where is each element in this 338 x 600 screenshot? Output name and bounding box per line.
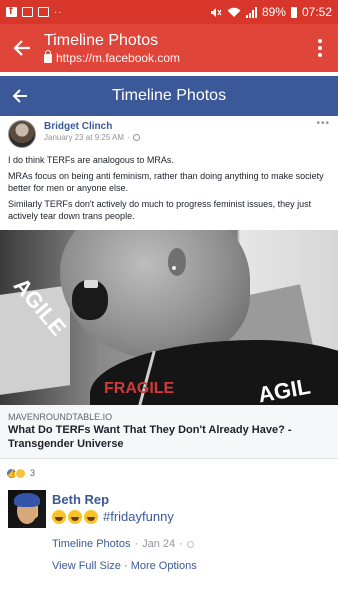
close-tab-button[interactable] (0, 24, 44, 72)
clock: 07:52 (301, 5, 332, 19)
custom-tab-url-row: https://m.facebook.com (44, 50, 302, 66)
reactions-summary[interactable]: 👍 3 (6, 466, 35, 480)
hashtag-link[interactable]: #fridayfunny (103, 508, 174, 526)
menu-dot (318, 39, 322, 43)
laughing-emoji (84, 510, 98, 524)
overflow-menu-button[interactable] (302, 24, 338, 72)
back-arrow-icon (13, 40, 30, 56)
mail-icon (38, 7, 49, 17)
comment-source-link[interactable]: Timeline Photos (52, 538, 130, 550)
view-full-size-link[interactable]: View Full Size (52, 560, 121, 572)
author-avatar[interactable] (8, 120, 36, 148)
menu-dot (318, 46, 322, 50)
reaction-count: 3 (30, 468, 36, 478)
image-icon (22, 7, 33, 17)
image-earring (172, 266, 176, 270)
image-ear (168, 248, 186, 276)
post: Bridget Clinch January 23 at 9:25 AM · •… (0, 116, 338, 226)
meta-separator: · (134, 538, 139, 550)
page-title: Timeline Photos (111, 87, 227, 104)
action-separator: · (123, 560, 128, 572)
link-title: What Do TERFs Want That They Don't Alrea… (8, 424, 292, 450)
status-bar: ·· 89% 07:52 (0, 0, 338, 24)
comment-actions: View Full Size · More Options (52, 560, 197, 572)
author-name[interactable]: Bridget Clinch (44, 120, 140, 133)
date-separator: · (127, 133, 130, 142)
more-notifications-icon: ·· (54, 6, 63, 18)
comment-body: Beth Rep #fridayfunny (52, 492, 174, 526)
laughing-emoji (52, 510, 66, 524)
link-domain: MAVENROUNDTABLE.IO (8, 412, 113, 422)
mute-icon (210, 7, 222, 17)
author-block: Bridget Clinch January 23 at 9:25 AM · (44, 120, 140, 152)
comment-date[interactable]: Jan 24 (142, 538, 175, 550)
globe-icon (132, 134, 140, 141)
post-text: I do think TERFs are analogous to MRAs. … (0, 152, 338, 222)
post-header: Bridget Clinch January 23 at 9:25 AM · •… (0, 116, 338, 152)
post-date[interactable]: January 23 at 9:25 AM (44, 133, 124, 142)
image-teeth (84, 280, 98, 288)
commenter-avatar[interactable] (8, 490, 46, 528)
post-paragraph: Similarly TERFs don't actively do much t… (8, 199, 312, 221)
post-date-row: January 23 at 9:25 AM · (44, 133, 140, 142)
haha-icon (15, 467, 26, 479)
fb-header: Timeline Photos (0, 76, 338, 116)
custom-tab-address[interactable]: Timeline Photos https://m.facebook.com (44, 31, 302, 66)
link-preview-image[interactable]: AGILE AGIL FRAGILE (0, 230, 338, 405)
custom-tab-url: https://m.facebook.com (56, 50, 181, 65)
fb-back-button[interactable] (0, 76, 40, 116)
battery-icon (290, 6, 297, 18)
laughing-emoji (68, 510, 82, 524)
post-options-button[interactable]: ••• (316, 118, 330, 129)
link-preview-caption[interactable]: MAVENROUNDTABLE.IO What Do TERFs Want Th… (0, 405, 338, 459)
lock-icon (44, 50, 52, 63)
more-options-link[interactable]: More Options (131, 560, 197, 572)
shirt-text-red: FRAGILE (104, 380, 175, 397)
post-paragraph: I do think TERFs are analogous to MRAs. (8, 155, 174, 165)
menu-dot (318, 53, 322, 57)
back-arrow-icon (12, 89, 27, 103)
custom-tab-title: Timeline Photos (44, 31, 159, 49)
comment-meta: Timeline Photos · Jan 24 · (52, 538, 194, 550)
battery-percent: 89% (261, 5, 286, 19)
post-paragraph: MRAs focus on being anti feminism, rathe… (8, 171, 324, 193)
globe-icon (186, 540, 194, 548)
avatar-turban (14, 493, 40, 507)
status-right: 89% 07:52 (210, 5, 332, 19)
meta-separator: · (179, 538, 183, 550)
wifi-icon (227, 7, 241, 17)
commenter-name[interactable]: Beth Rep (52, 492, 174, 508)
facebook-icon (6, 5, 17, 17)
comment-text-row: #fridayfunny (52, 508, 174, 526)
notification-icons: ·· (6, 5, 63, 18)
signal-icon (245, 6, 257, 18)
custom-tab-toolbar: Timeline Photos https://m.facebook.com (0, 24, 338, 72)
